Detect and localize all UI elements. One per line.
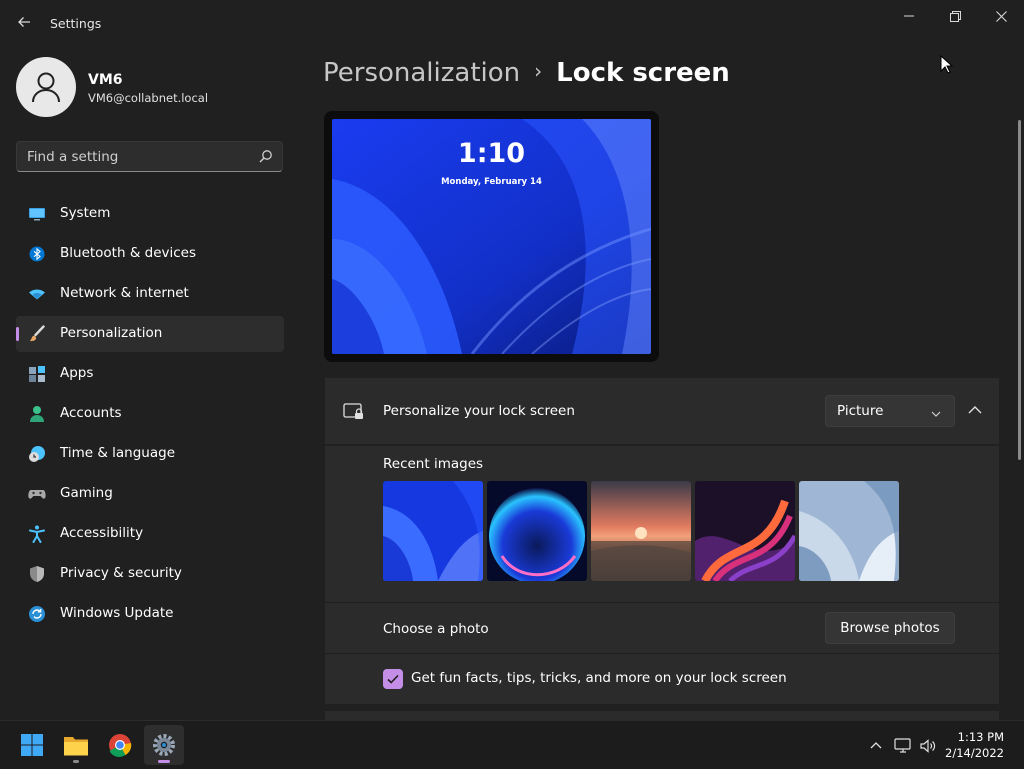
sidebar-item-label: Bluetooth & devices <box>60 245 197 261</box>
sidebar-item-label: Accessibility <box>60 525 144 541</box>
recent-image-5[interactable] <box>799 481 899 581</box>
search-icon[interactable] <box>258 149 273 164</box>
apps-icon <box>28 365 46 383</box>
minimize-icon[interactable] <box>886 0 932 32</box>
sidebar-item-personalization[interactable]: Personalization <box>16 316 284 352</box>
person-avatar-icon <box>32 72 60 103</box>
sidebar-item-windows-update[interactable]: Windows Update <box>16 596 284 632</box>
recent-image-4[interactable] <box>695 481 795 581</box>
breadcrumb: Personalization › Lock screen <box>323 58 730 88</box>
recent-image-2[interactable] <box>487 481 587 581</box>
user-email: VM6@collabnet.local <box>88 91 209 105</box>
sidebar-item-label: Accounts <box>60 405 122 421</box>
file-explorer-icon[interactable] <box>56 725 96 765</box>
paintbrush-icon <box>28 325 46 343</box>
personalize-label: Personalize your lock screen <box>383 403 575 419</box>
restore-icon[interactable] <box>932 0 978 32</box>
breadcrumb-parent[interactable]: Personalization <box>323 58 520 88</box>
recent-image-3[interactable] <box>591 481 691 581</box>
sidebar-item-label: System <box>60 205 111 221</box>
sidebar-item-label: Apps <box>60 365 94 381</box>
sidebar-item-time-language[interactable]: Time & language <box>16 436 284 472</box>
user-name: VM6 <box>88 72 123 88</box>
search-placeholder: Find a setting <box>27 149 119 165</box>
clock-globe-icon <box>28 445 46 463</box>
active-indicator <box>16 327 19 341</box>
clock-date[interactable]: 2/14/2022 <box>945 746 1004 760</box>
running-indicator <box>73 760 79 763</box>
sidebar-item-bluetooth-devices[interactable]: Bluetooth & devices <box>16 236 284 272</box>
sidebar-item-accounts[interactable]: Accounts <box>16 396 284 432</box>
lock-screen-icon <box>343 403 365 421</box>
avatar[interactable] <box>16 57 76 117</box>
sidebar-item-label: Privacy & security <box>60 565 182 581</box>
checkmark-icon <box>387 674 399 684</box>
close-icon[interactable] <box>978 0 1024 32</box>
network-icon[interactable] <box>894 737 912 755</box>
wifi-icon <box>28 285 46 303</box>
recent-images-label: Recent images <box>383 456 484 472</box>
sidebar-item-accessibility[interactable]: Accessibility <box>16 516 284 552</box>
page-title: Lock screen <box>556 58 730 88</box>
lock-screen-type-dropdown[interactable]: Picture <box>825 395 955 427</box>
sidebar-item-apps[interactable]: Apps <box>16 356 284 392</box>
chevron-down-icon <box>930 405 942 417</box>
sidebar-item-label: Network & internet <box>60 285 189 301</box>
dropdown-value: Picture <box>837 403 884 419</box>
accessibility-icon <box>28 525 46 543</box>
sidebar-item-label: Windows Update <box>60 605 174 621</box>
taskbar: 1:13 PM 2/14/2022 <box>0 720 1024 769</box>
person-icon <box>28 405 46 423</box>
fun-facts-label: Get fun facts, tips, tricks, and more on… <box>411 670 787 686</box>
gamepad-icon <box>28 485 46 503</box>
monitor-icon <box>28 205 46 223</box>
sidebar-item-label: Gaming <box>60 485 113 501</box>
browse-photos-button[interactable]: Browse photos <box>825 612 955 644</box>
sidebar-item-gaming[interactable]: Gaming <box>16 476 284 512</box>
back-arrow-icon[interactable] <box>14 14 34 34</box>
chrome-icon[interactable] <box>100 725 140 765</box>
preview-time: 1:10 <box>457 138 526 169</box>
recent-image-1[interactable] <box>383 481 483 581</box>
sidebar-item-network-internet[interactable]: Network & internet <box>16 276 284 312</box>
active-app-indicator <box>158 760 170 763</box>
sidebar-item-privacy-security[interactable]: Privacy & security <box>16 556 284 592</box>
title-bar: Settings <box>0 0 1024 48</box>
bluetooth-icon <box>28 245 46 263</box>
sidebar-item-label: Time & language <box>60 445 176 461</box>
clock-time[interactable]: 1:13 PM <box>958 730 1004 744</box>
preview-date: Monday, February 14 <box>441 177 542 187</box>
breadcrumb-separator: › <box>534 59 543 83</box>
chevron-up-icon[interactable] <box>963 399 987 423</box>
windows-start-icon[interactable] <box>12 725 52 765</box>
scrollbar[interactable] <box>1018 120 1021 460</box>
settings-gear-icon[interactable] <box>144 725 184 765</box>
sidebar-item-label: Personalization <box>60 325 163 341</box>
chevron-up-icon[interactable] <box>867 737 885 755</box>
search-input[interactable]: Find a setting <box>16 141 283 172</box>
sidebar-item-system[interactable]: System <box>16 196 284 232</box>
mouse-cursor-icon <box>940 54 954 75</box>
fun-facts-checkbox[interactable] <box>383 669 403 689</box>
shield-icon <box>28 565 46 583</box>
update-icon <box>28 605 46 623</box>
volume-icon[interactable] <box>919 737 937 755</box>
window-title: Settings <box>50 16 102 31</box>
choose-photo-label: Choose a photo <box>383 621 489 637</box>
